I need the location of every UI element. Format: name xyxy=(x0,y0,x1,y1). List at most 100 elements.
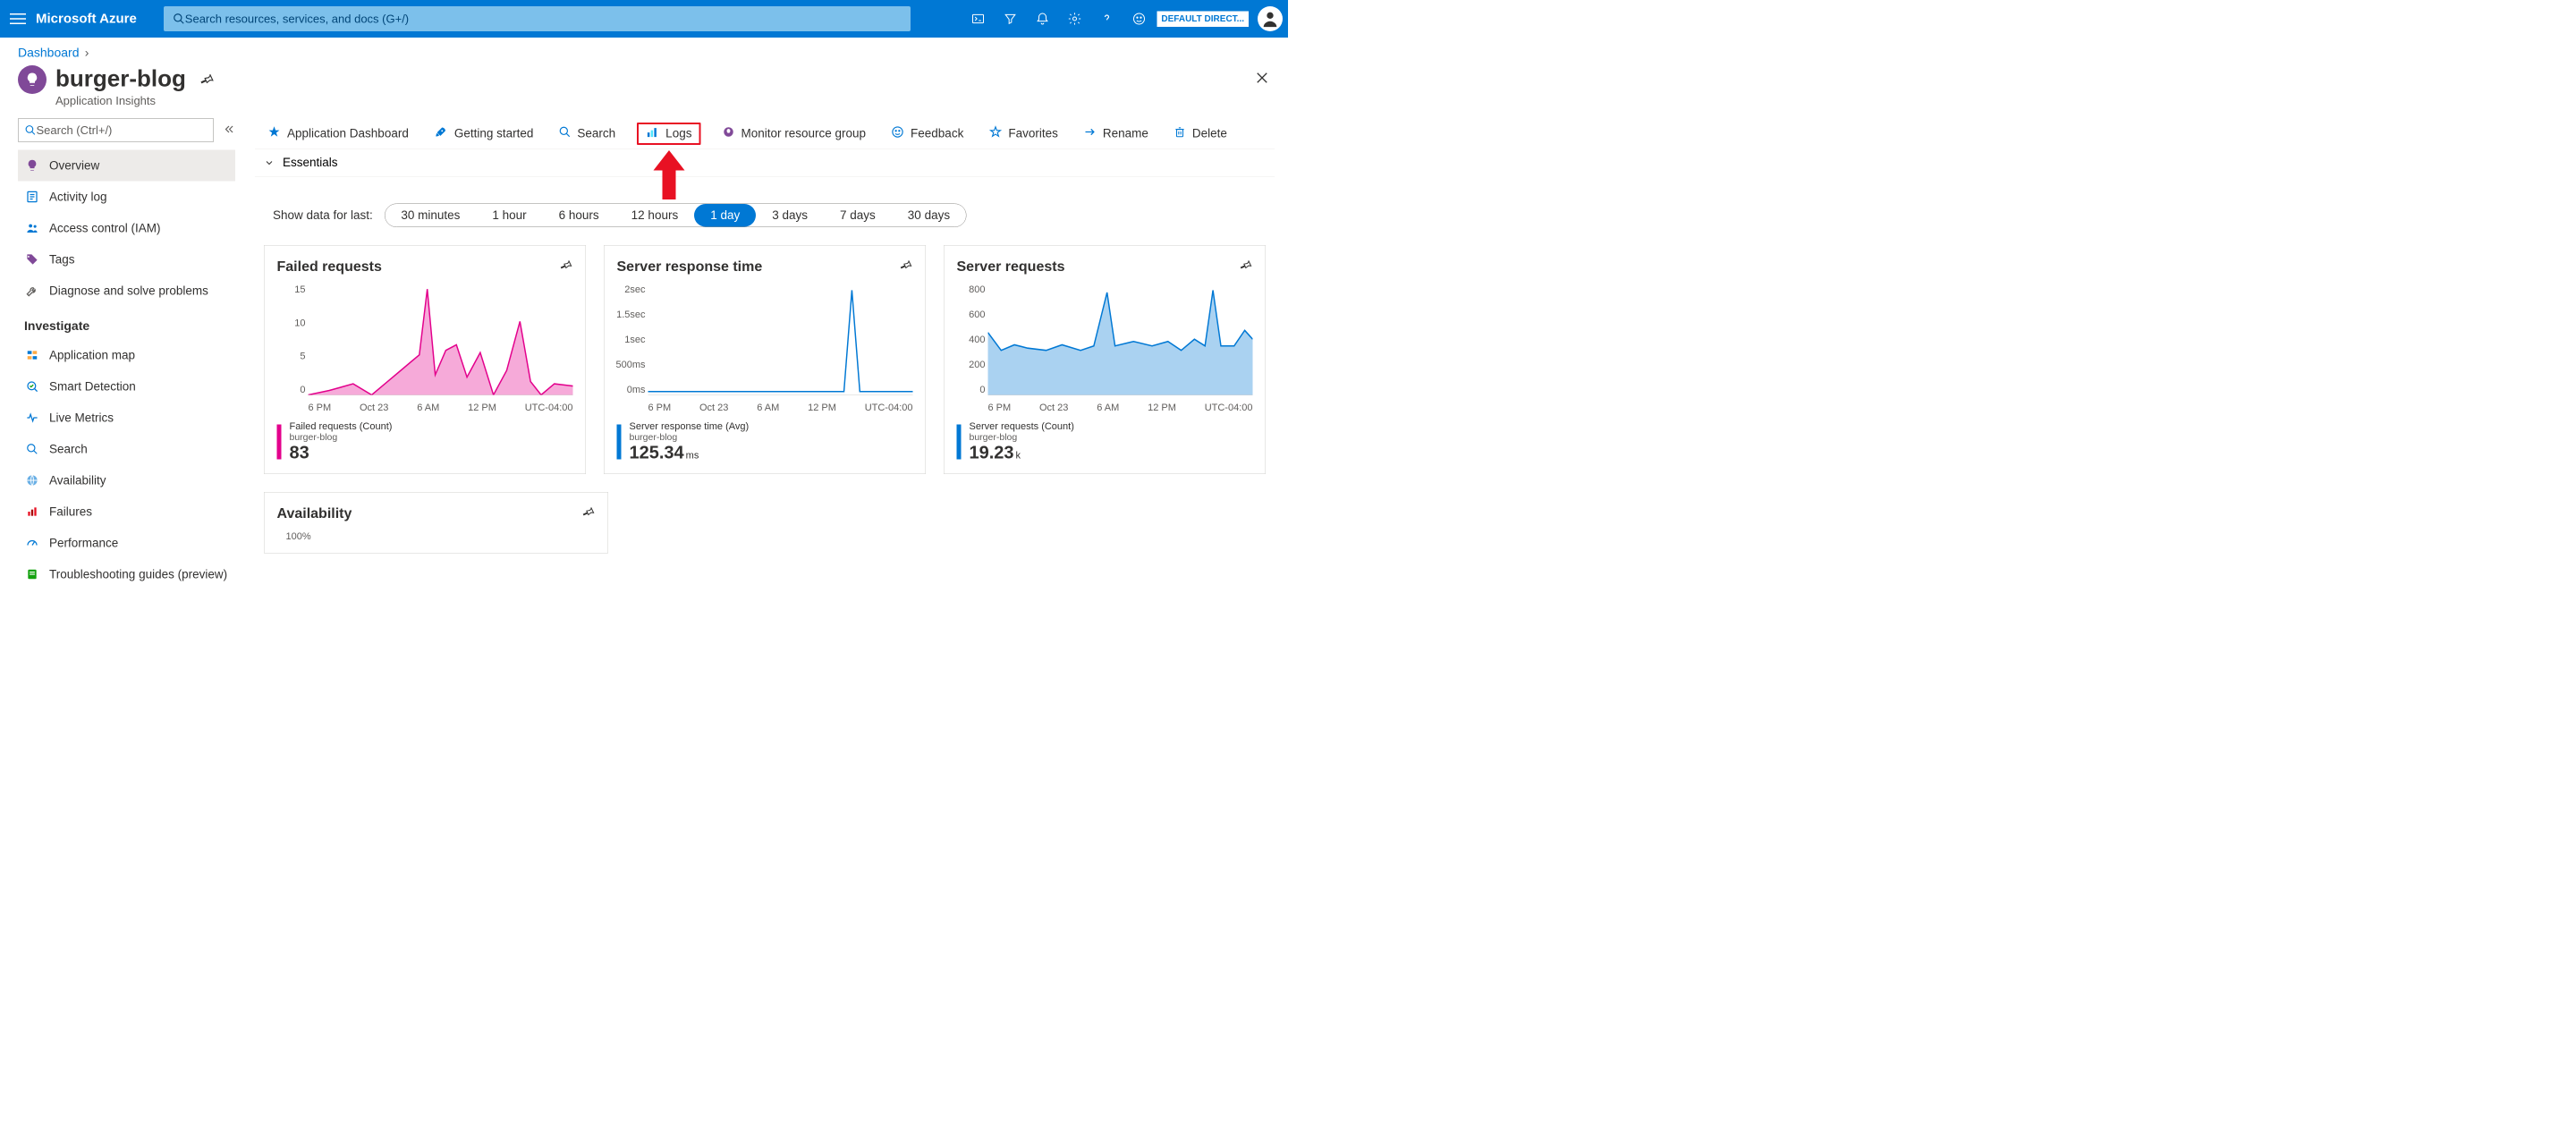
sidebar-item-label: Tags xyxy=(49,252,75,267)
chevron-down-icon xyxy=(264,157,275,168)
person-icon xyxy=(1260,9,1280,29)
breadcrumb-item[interactable]: Dashboard xyxy=(18,46,79,60)
sidebar-item-availability[interactable]: Availability xyxy=(18,465,235,496)
sidebar-item-failures[interactable]: Failures xyxy=(18,496,235,528)
hamburger-icon xyxy=(10,11,26,27)
notifications-button[interactable] xyxy=(1028,0,1056,38)
metric-unit: ms xyxy=(686,450,699,462)
cmd-favorites[interactable]: Favorites xyxy=(985,123,1062,145)
cmd-search[interactable]: Search xyxy=(555,123,619,145)
user-avatar[interactable] xyxy=(1258,6,1283,31)
time-range-option[interactable]: 6 hours xyxy=(543,204,615,227)
metric-value: 83 xyxy=(290,443,309,462)
x-axis-tick: 6 PM xyxy=(648,402,672,413)
chart-svg xyxy=(648,284,913,395)
pin-icon xyxy=(559,259,573,273)
sidebar-item-label: Overview xyxy=(49,158,99,173)
chevron-right-icon: › xyxy=(85,46,89,60)
sidebar-search-input[interactable] xyxy=(37,123,208,138)
sidebar-item-activity-log[interactable]: Activity log xyxy=(18,182,235,213)
metric-summary: Server response time (Avg) burger-blog 1… xyxy=(617,420,913,463)
page-title-row: burger-blog Application Insights xyxy=(0,60,1288,119)
sidebar-item-label: Activity log xyxy=(49,190,107,204)
pin-card-button[interactable] xyxy=(559,259,573,276)
sidebar-item-application-map[interactable]: Application map xyxy=(18,340,235,371)
metric-title: Server requests (Count) xyxy=(970,420,1074,432)
smile-icon xyxy=(1131,12,1146,26)
y-axis-tick: 2sec xyxy=(624,284,645,295)
cloud-shell-icon xyxy=(970,12,985,26)
sidebar-item-performance[interactable]: Performance xyxy=(18,528,235,559)
directories-button[interactable] xyxy=(996,0,1024,38)
essentials-label: Essentials xyxy=(283,156,338,170)
sidebar-item-search[interactable]: Search xyxy=(18,434,235,465)
sidebar-group-heading: Investigate xyxy=(18,307,235,340)
help-button[interactable] xyxy=(1092,0,1121,38)
pin-card-button[interactable] xyxy=(581,505,596,522)
pin-icon xyxy=(1239,259,1253,273)
chart-card-server-requests[interactable]: Server requests 8006004002000 6 PMOct 23… xyxy=(944,245,1266,474)
time-range-option[interactable]: 1 day xyxy=(694,204,756,227)
pin-card-button[interactable] xyxy=(1239,259,1253,276)
rocket-icon xyxy=(434,125,448,142)
cmd-monitor-resource-group[interactable]: Monitor resource group xyxy=(718,123,869,145)
appmap-icon xyxy=(24,349,40,361)
sidebar-item-overview[interactable]: Overview xyxy=(18,150,235,182)
cmd-feedback[interactable]: Feedback xyxy=(887,123,967,145)
cmd-delete[interactable]: Delete xyxy=(1170,123,1231,145)
star-icon xyxy=(267,125,281,142)
y-axis-tick: 5 xyxy=(300,351,305,362)
title-block: burger-blog Application Insights xyxy=(55,65,186,108)
filter-icon xyxy=(1003,12,1017,26)
feedback-button[interactable] xyxy=(1124,0,1153,38)
collapse-sidebar-button[interactable] xyxy=(223,123,235,138)
x-axis-tick: 6 PM xyxy=(988,402,1012,413)
cmd-rename[interactable]: Rename xyxy=(1080,123,1152,145)
x-axis: 6 PMOct 236 AM12 PMUTC-04:00 xyxy=(648,402,913,413)
global-search[interactable] xyxy=(164,6,911,31)
cmd-getting-started[interactable]: Getting started xyxy=(430,123,538,145)
time-range-option[interactable]: 30 minutes xyxy=(385,204,476,227)
cmd-application-dashboard[interactable]: Application Dashboard xyxy=(264,123,412,145)
pin-icon xyxy=(899,259,913,273)
bell-icon xyxy=(1035,12,1049,26)
time-range-option[interactable]: 1 hour xyxy=(476,204,542,227)
sidebar-item-tags[interactable]: Tags xyxy=(18,244,235,276)
chart-card-availability[interactable]: Availability 100% xyxy=(264,492,608,554)
hamburger-menu-button[interactable] xyxy=(0,11,36,27)
x-axis-tick: 6 AM xyxy=(417,402,439,413)
command-bar: Application Dashboard Getting started Sear… xyxy=(255,119,1275,149)
metric-title: Failed requests (Count) xyxy=(290,420,393,432)
close-panel-button[interactable] xyxy=(1254,70,1270,89)
chart-card-server-response-time[interactable]: Server response time 2sec1.5sec1sec500ms… xyxy=(604,245,926,474)
pin-title-button[interactable] xyxy=(199,72,215,90)
search-icon xyxy=(25,124,37,136)
x-axis: 6 PMOct 236 AM12 PMUTC-04:00 xyxy=(988,402,1253,413)
settings-button[interactable] xyxy=(1060,0,1089,38)
metric-title: Server response time (Avg) xyxy=(630,420,750,432)
question-icon xyxy=(1099,12,1114,26)
time-range-selector: 30 minutes1 hour6 hours12 hours1 day3 da… xyxy=(385,204,967,228)
sidebar-item-smart-detection[interactable]: Smart Detection xyxy=(18,371,235,403)
sidebar-item-diagnose-and-solve-problems[interactable]: Diagnose and solve problems xyxy=(18,276,235,307)
time-range-option[interactable]: 30 days xyxy=(892,204,966,227)
brand-label[interactable]: Microsoft Azure xyxy=(36,12,137,27)
chart-card-failed-requests[interactable]: Failed requests 151050 6 PMOct 236 AM12 … xyxy=(264,245,586,474)
time-range-option[interactable]: 3 days xyxy=(756,204,824,227)
essentials-toggle[interactable]: Essentials xyxy=(255,149,1275,177)
y-axis-tick: 1sec xyxy=(624,334,645,345)
search-icon xyxy=(173,13,185,25)
time-range-option[interactable]: 12 hours xyxy=(615,204,695,227)
time-range-option[interactable]: 7 days xyxy=(824,204,892,227)
sidebar-search[interactable] xyxy=(18,119,214,142)
directory-label[interactable]: DEFAULT DIRECT... xyxy=(1157,11,1249,27)
sidebar-item-troubleshooting-guides-preview-[interactable]: Troubleshooting guides (preview) xyxy=(18,559,235,590)
pin-card-button[interactable] xyxy=(899,259,913,276)
sidebar-item-access-control-iam-[interactable]: Access control (IAM) xyxy=(18,213,235,244)
sidebar-item-live-metrics[interactable]: Live Metrics xyxy=(18,403,235,434)
cloud-shell-button[interactable] xyxy=(963,0,992,38)
metric-sub: burger-blog xyxy=(630,432,750,443)
cmd-logs[interactable]: Logs xyxy=(637,123,700,145)
global-search-input[interactable] xyxy=(185,12,902,26)
star-outline-icon xyxy=(988,125,1002,142)
